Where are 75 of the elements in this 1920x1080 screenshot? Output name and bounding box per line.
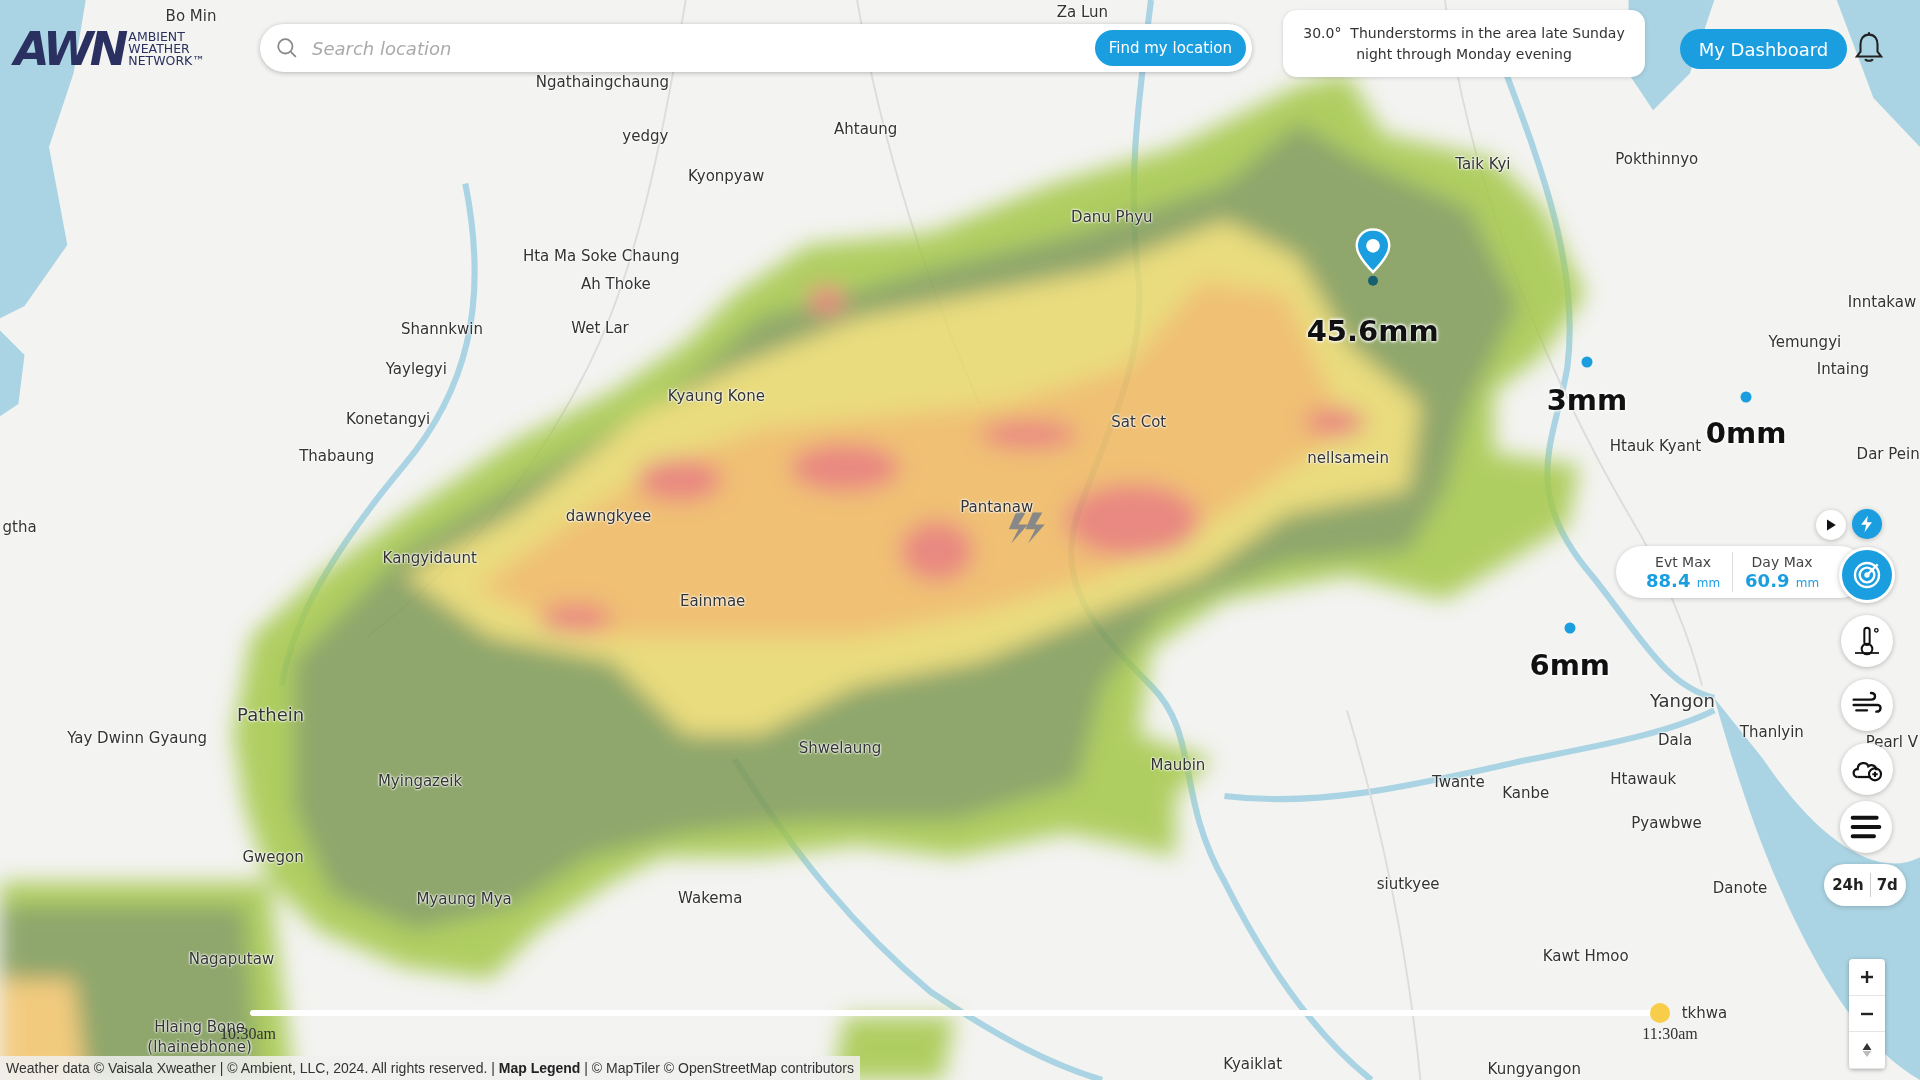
place-label: Kyaiklat xyxy=(1223,1055,1283,1074)
attribution-text: Weather data © Vaisala Xweather | © Ambient, LLC, 2024. All rights reserved. | Map Legend | © MapTiler © OpenStreetMap contributors xyxy=(6,1060,854,1076)
radar-icon xyxy=(1851,559,1883,591)
compass-icon xyxy=(1860,1042,1874,1059)
place-label: Myingazeik xyxy=(377,772,463,791)
place-label: Htauk Kyant xyxy=(1609,436,1702,455)
place-label: Wet Lar xyxy=(571,319,629,338)
station-dot[interactable] xyxy=(1740,391,1752,403)
location-pin-icon[interactable] xyxy=(1353,227,1392,288)
place-label: tkhwa xyxy=(1681,1003,1728,1022)
stat-label: Evt Max xyxy=(1655,553,1712,570)
place-label: Yay Dwinn Gyaung xyxy=(67,729,208,748)
rainfall-reading: 6mm xyxy=(1529,647,1611,682)
place-label: Wakema xyxy=(678,888,743,907)
place-label: Dar Pein xyxy=(1856,445,1920,464)
place-label: Shannkwin xyxy=(401,320,483,339)
place-label: Thanlyin xyxy=(1739,723,1804,742)
place-label: Kyaung Kone xyxy=(667,386,765,405)
place-label: dawngkyee xyxy=(565,506,652,525)
place-label: Myaung Mya xyxy=(416,889,512,908)
place-label: Htawauk xyxy=(1610,769,1677,788)
place-label: Za Lun xyxy=(1056,3,1109,22)
end-time-label: 11:30am xyxy=(1642,1025,1698,1043)
place-label: Taik Kyi xyxy=(1455,155,1511,174)
place-label: Danote xyxy=(1712,878,1768,897)
logo-wordmark: AMBIENT WEATHER NETWORK™ xyxy=(128,31,205,67)
place-label: Sat Cot xyxy=(1111,413,1167,432)
place-label: Thabaung xyxy=(299,446,375,465)
place-label: yedgy xyxy=(622,126,669,145)
place-label: Pyawbwe xyxy=(1631,813,1702,832)
rainfall-reading: 0mm xyxy=(1705,416,1787,451)
place-label: Yemungyi xyxy=(1768,332,1842,351)
search-icon xyxy=(276,37,298,59)
timeline-track[interactable] xyxy=(250,1003,1670,1023)
station-dot[interactable] xyxy=(1564,622,1576,634)
place-label: Nagaputaw xyxy=(188,949,275,968)
minus-icon xyxy=(1860,1011,1874,1016)
place-label: nellsamein xyxy=(1307,448,1389,467)
place-label: Ahtaung xyxy=(834,119,898,138)
place-label: Kangyidaunt xyxy=(382,549,477,568)
map-legend-link[interactable]: Map Legend xyxy=(498,1060,581,1076)
place-label: Intaing xyxy=(1816,359,1869,378)
range-option[interactable]: 7d xyxy=(1870,876,1904,894)
place-label: Shwelaung xyxy=(798,739,882,758)
place-label: Twante xyxy=(1432,773,1485,792)
station-dot[interactable] xyxy=(1581,356,1593,368)
plus-icon xyxy=(1860,968,1874,985)
range-option[interactable]: 24h xyxy=(1826,876,1870,894)
place-label: Kanbe xyxy=(1502,784,1550,803)
place-label: Kawt Hmoo xyxy=(1542,947,1629,966)
place-label: Bo Min xyxy=(165,6,217,25)
place-label: Pokthinnyo xyxy=(1615,150,1699,169)
place-label: siutkyee xyxy=(1376,875,1440,894)
place-label: Yangon xyxy=(1650,689,1715,711)
stat-value: 60.9 mm xyxy=(1745,569,1820,591)
place-label: Dala xyxy=(1658,730,1693,749)
place-label: Danu Phyu xyxy=(1071,207,1153,226)
place-label: Inntakaw xyxy=(1847,293,1917,312)
place-label: Pantanaw xyxy=(960,497,1034,516)
place-label: Hta Ma Soke Chaung xyxy=(522,246,680,265)
place-label: Eainmae xyxy=(679,592,746,611)
alert-text: 30.0° Thunderstorms in the area late Sunday night through Monday evening xyxy=(1302,23,1626,64)
stat-label: Day Max xyxy=(1751,553,1813,570)
place-label: Yaylegyi xyxy=(385,359,447,378)
place-label: Konetangyi xyxy=(346,409,431,428)
place-label: Kyonpyaw xyxy=(688,167,765,186)
place-label: Maubin xyxy=(1150,756,1206,775)
stat-value: 88.4 mm xyxy=(1646,569,1721,591)
place-label: Ah Thoke xyxy=(581,275,651,294)
rainfall-reading: 3mm xyxy=(1546,383,1628,418)
bell-icon[interactable] xyxy=(1854,31,1884,65)
place-label: gtha xyxy=(2,517,37,536)
place-label: Kungyangon xyxy=(1487,1059,1581,1078)
place-label: Pathein xyxy=(237,703,305,725)
place-label: Ngathaingchaung xyxy=(535,73,670,92)
